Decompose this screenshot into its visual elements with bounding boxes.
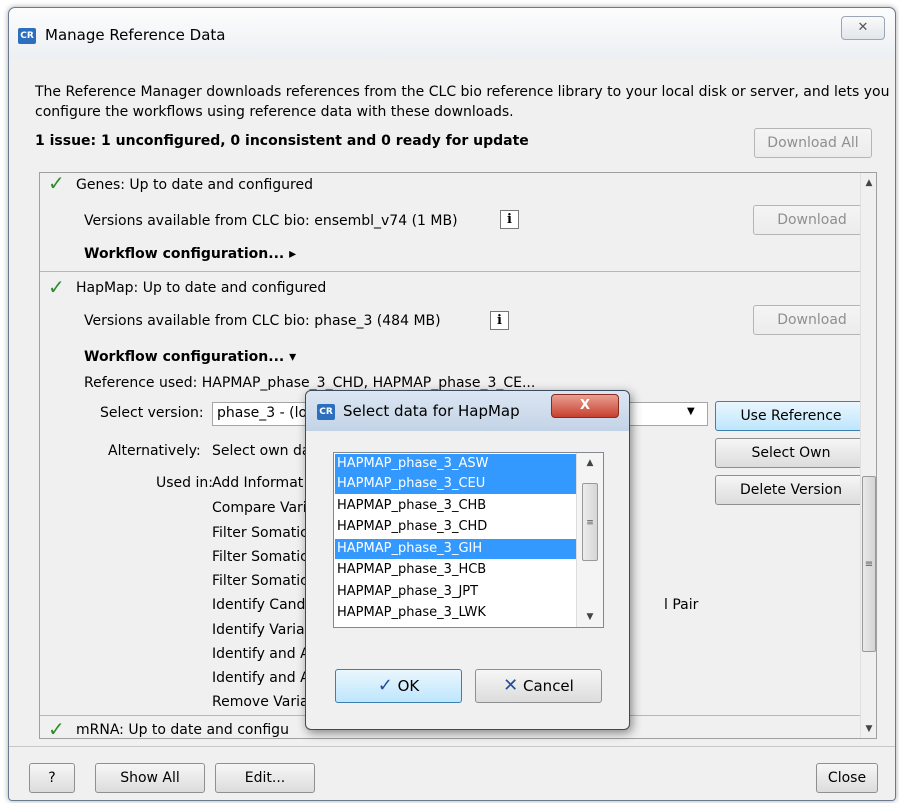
- dialog-title: Select data for HapMap: [343, 402, 520, 420]
- list-item[interactable]: HAPMAP_phase_3_JPT: [335, 582, 576, 602]
- window-close-button[interactable]: ✕: [841, 16, 885, 40]
- dialog-title-bar: CR Select data for HapMap X: [306, 391, 629, 431]
- used-in-item: Identify and A: [212, 670, 310, 686]
- hapmap-download-button[interactable]: Download: [753, 305, 871, 335]
- download-all-button[interactable]: Download All: [754, 128, 872, 158]
- list-item[interactable]: HAPMAP_phase_3_HCB: [335, 560, 576, 580]
- used-in-item: Filter Somatic: [212, 525, 308, 541]
- used-in-item: Add Informat: [212, 475, 304, 491]
- mrna-check-icon: ✓: [48, 717, 65, 739]
- edit-button[interactable]: Edit...: [215, 763, 315, 793]
- hapmap-info-icon[interactable]: i: [490, 311, 509, 330]
- scroll-up-arrow-icon[interactable]: ▲: [861, 175, 876, 191]
- cancel-button-label: Cancel: [523, 677, 574, 695]
- clc-app-icon: CR: [18, 28, 36, 44]
- used-in-item: Filter Somatic: [212, 573, 308, 589]
- hapmap-data-list[interactable]: HAPMAP_phase_3_ASW HAPMAP_phase_3_CEU HA…: [333, 452, 604, 628]
- select-version-label: Select version:: [100, 405, 204, 421]
- show-all-button[interactable]: Show All: [95, 763, 205, 793]
- list-item[interactable]: HAPMAP_phase_3_GIH: [335, 539, 576, 559]
- delete-version-button[interactable]: Delete Version: [715, 475, 867, 505]
- list-item[interactable]: HAPMAP_phase_3_LWK: [335, 603, 576, 623]
- genes-download-button[interactable]: Download: [753, 205, 871, 235]
- use-reference-button[interactable]: Use Reference: [715, 401, 867, 431]
- used-in-item: Compare Vari: [212, 500, 307, 516]
- genes-versions-text: Versions available from CLC bio: ensembl…: [84, 213, 458, 229]
- hapmap-check-icon: ✓: [48, 275, 65, 299]
- used-in-label: Used in:: [156, 475, 213, 491]
- list-item[interactable]: HAPMAP_phase_3_CHB: [335, 496, 576, 516]
- section-divider: [40, 271, 862, 272]
- mrna-status: mRNA: Up to date and configu: [76, 722, 289, 738]
- footer-separator: [9, 746, 895, 747]
- dialog-close-button[interactable]: X: [551, 394, 619, 418]
- list-item[interactable]: HAPMAP_phase_3_CHD: [335, 517, 576, 537]
- window-title: Manage Reference Data: [45, 26, 226, 44]
- reference-used-text: Reference used: HAPMAP_phase_3_CHD, HAPM…: [84, 375, 536, 391]
- used-in-item: Filter Somatic: [212, 549, 308, 565]
- list-scrollbar[interactable]: ▲ ≡ ▼: [576, 453, 603, 627]
- hapmap-workflow-config-toggle[interactable]: Workflow configuration... ▾: [84, 349, 296, 365]
- close-button[interactable]: Close: [816, 763, 878, 793]
- genes-check-icon: ✓: [48, 172, 65, 195]
- scroll-down-arrow-icon[interactable]: ▼: [582, 609, 598, 625]
- panel-scrollbar[interactable]: ▲ ≡ ▼: [860, 173, 876, 738]
- list-item[interactable]: HAPMAP_phase_3_CEU: [335, 474, 576, 494]
- used-in-item: Identify Varia: [212, 622, 305, 638]
- chevron-down-icon: ▼: [687, 406, 695, 417]
- scroll-down-arrow-icon[interactable]: ▼: [861, 721, 876, 737]
- cancel-button[interactable]: ✕ Cancel: [475, 669, 602, 703]
- description-text: The Reference Manager downloads referenc…: [35, 84, 890, 120]
- used-in-item-suffix: l Pair: [664, 597, 699, 613]
- alternatively-value: Select own da: [212, 443, 311, 459]
- clc-app-icon: CR: [317, 404, 335, 420]
- ok-button[interactable]: ✓ OK: [335, 669, 462, 703]
- hapmap-status: HapMap: Up to date and configured: [76, 280, 327, 296]
- used-in-item: Identify Cand: [212, 597, 306, 613]
- x-cancel-icon: ✕: [503, 675, 519, 696]
- title-bar: CR Manage Reference Data ✕: [9, 8, 895, 58]
- list-item[interactable]: HAPMAP_phase_3_ASW: [335, 454, 576, 474]
- scrollbar-thumb[interactable]: ≡: [862, 476, 876, 652]
- scroll-up-arrow-icon[interactable]: ▲: [582, 455, 598, 471]
- genes-status: Genes: Up to date and configured: [76, 177, 313, 193]
- select-version-value: phase_3 - (lo: [217, 405, 308, 421]
- used-in-item: Identify and A: [212, 646, 310, 662]
- hapmap-versions-text: Versions available from CLC bio: phase_3…: [84, 313, 441, 329]
- checkmark-icon: ✓: [377, 675, 393, 696]
- ok-button-label: OK: [397, 677, 420, 695]
- used-in-item: Remove Varia: [212, 694, 309, 710]
- help-button[interactable]: ?: [29, 763, 75, 793]
- select-own-button[interactable]: Select Own: [715, 438, 867, 468]
- alternatively-label: Alternatively:: [108, 443, 201, 459]
- select-data-dialog: CR Select data for HapMap X HAPMAP_phase…: [305, 390, 630, 730]
- genes-workflow-config-toggle[interactable]: Workflow configuration... ▸: [84, 246, 296, 262]
- list-scrollbar-thumb[interactable]: ≡: [582, 483, 598, 561]
- genes-info-icon[interactable]: i: [500, 210, 519, 229]
- issue-summary: 1 issue: 1 unconfigured, 0 inconsistent …: [35, 133, 529, 149]
